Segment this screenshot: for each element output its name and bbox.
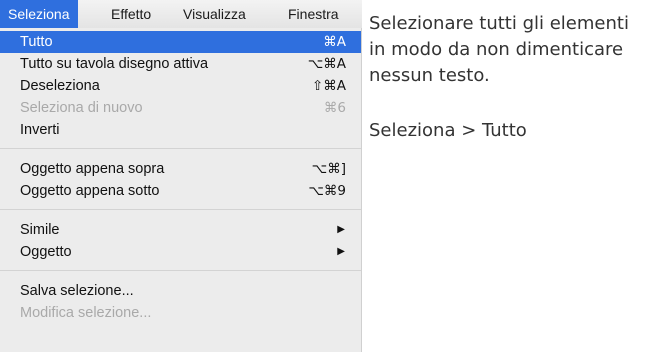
- menu-item-label: Inverti: [20, 122, 60, 138]
- shortcut-label: ⇧⌘A: [311, 78, 346, 94]
- shortcut-label: ⌥⌘9: [308, 183, 346, 199]
- menu-item-oggetto-appena-sotto[interactable]: Oggetto appena sotto ⌥⌘9: [0, 180, 361, 202]
- menu-item-label: Seleziona di nuovo: [20, 100, 143, 116]
- caption-line: in modo da non dimenticare: [369, 39, 624, 60]
- right-triangle-icon: ▶: [337, 246, 345, 257]
- menu-separator: [0, 209, 361, 210]
- menu-separator: [0, 270, 361, 271]
- menu-item-modifica-selezione: Modifica selezione...: [0, 302, 361, 324]
- menu-separator: [0, 148, 361, 149]
- menu-item-label: Oggetto appena sopra: [20, 161, 165, 177]
- menu-item-label: Salva selezione...: [20, 283, 134, 299]
- caption-line: Selezionare tutti gli elementi: [369, 13, 629, 34]
- menu-item-label: Deseleziona: [20, 78, 100, 94]
- shortcut-label: ⌘A: [323, 34, 346, 50]
- menu-item-label: Oggetto: [20, 244, 72, 260]
- menu-item-simile[interactable]: Simile ▶: [0, 219, 361, 241]
- menubar-item-finestra[interactable]: Finestra: [280, 0, 347, 28]
- menu-item-salva-selezione[interactable]: Salva selezione...: [0, 280, 361, 302]
- menu-item-label: Oggetto appena sotto: [20, 183, 160, 199]
- menu-item-label: Simile: [20, 222, 60, 238]
- menu-item-seleziona-di-nuovo: Seleziona di nuovo ⌘6: [0, 97, 361, 119]
- menu-item-deseleziona[interactable]: Deseleziona ⇧⌘A: [0, 75, 361, 97]
- menu-item-label: Modifica selezione...: [20, 305, 152, 321]
- menu-item-oggetto-appena-sopra[interactable]: Oggetto appena sopra ⌥⌘]: [0, 158, 361, 180]
- right-triangle-icon: ▶: [337, 224, 345, 235]
- shortcut-label: ⌘6: [323, 100, 346, 116]
- instruction-caption: Selezionare tutti gli elementi in modo d…: [369, 11, 669, 89]
- seleziona-menu: Tutto ⌘A Tutto su tavola disegno attiva …: [0, 28, 362, 352]
- menu-item-tutto-su-tavola[interactable]: Tutto su tavola disegno attiva ⌥⌘A: [0, 53, 361, 75]
- menu-item-label: Tutto: [20, 34, 53, 50]
- menu-path-text: Seleziona > Tutto: [369, 120, 527, 141]
- shortcut-label: ⌥⌘A: [307, 56, 346, 72]
- menubar-item-visualizza[interactable]: Visualizza: [175, 0, 254, 28]
- menubar-item-seleziona[interactable]: Seleziona: [0, 0, 78, 28]
- menu-item-oggetto[interactable]: Oggetto ▶: [0, 241, 361, 263]
- menu-item-label: Tutto su tavola disegno attiva: [20, 56, 209, 72]
- menu-item-inverti[interactable]: Inverti: [0, 119, 361, 141]
- menu-bar: Seleziona Effetto Visualizza Finestra: [0, 0, 362, 29]
- menu-item-tutto[interactable]: Tutto ⌘A: [0, 31, 361, 53]
- menubar-item-effetto[interactable]: Effetto: [103, 0, 159, 28]
- shortcut-label: ⌥⌘]: [311, 161, 346, 177]
- caption-line: nessun testo.: [369, 65, 490, 86]
